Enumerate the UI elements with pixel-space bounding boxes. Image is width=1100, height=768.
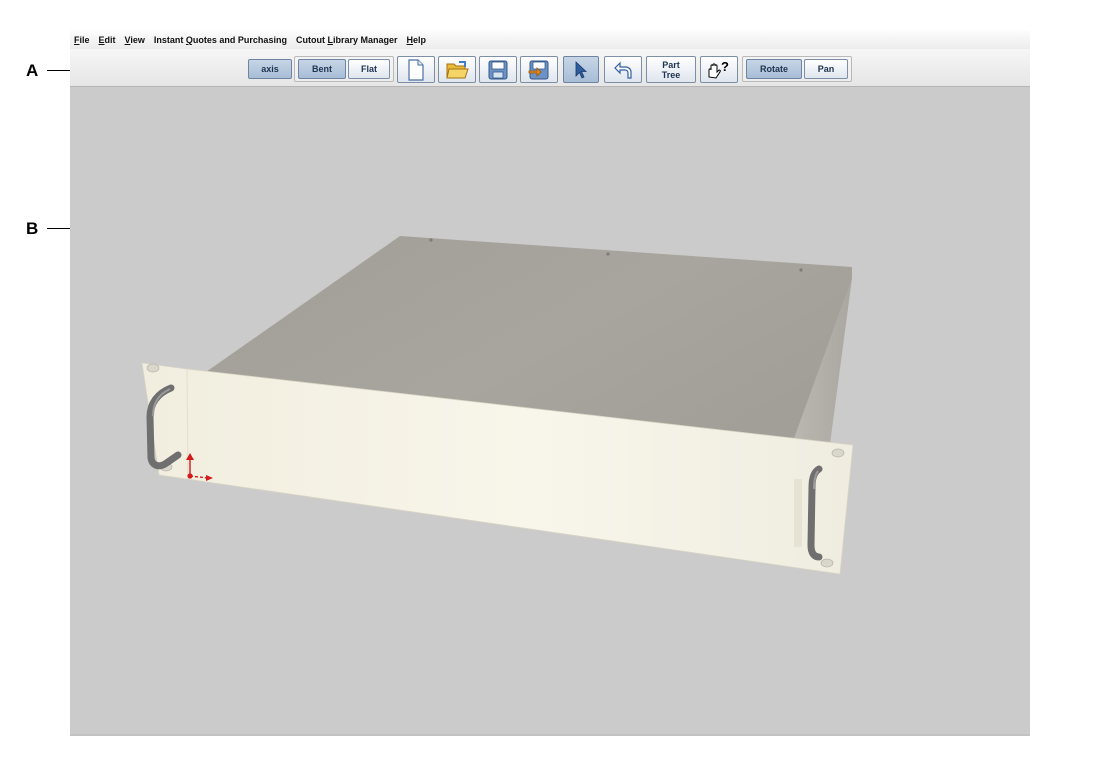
save-disk-icon [488,60,508,80]
new-document-icon [406,58,426,81]
export-icon [528,60,550,80]
undo-button[interactable] [604,56,642,83]
context-help-button[interactable]: ? [700,56,738,83]
open-folder-icon [445,60,469,80]
part-tree-button[interactable]: Part Tree [646,56,696,83]
axis-toggle-button[interactable]: axis [248,59,292,79]
open-button[interactable] [438,56,476,83]
menu-instant-quotes[interactable]: Instant Quotes and Purchasing [154,35,287,45]
menu-view-label: iew [130,34,145,45]
menu-cutout-library-prefix: Cutout [295,34,328,45]
menu-instant-quotes-mnemonic: Q [185,34,193,45]
enclosure-model [141,236,854,575]
screenshot-stage: A B File Edit View Instant Quotes and Pu… [0,0,1100,768]
flat-view-button[interactable]: Flat [348,59,390,79]
menu-edit[interactable]: Edit [99,35,116,45]
new-button[interactable] [397,56,435,83]
menu-file-label: ile [79,34,90,45]
cad-application-window: File Edit View Instant Quotes and Purcha… [70,30,1030,736]
menu-file[interactable]: File [74,35,90,45]
undo-arrow-icon [613,61,633,79]
viewport-bottom-border [70,734,1030,736]
menu-help[interactable]: Help [406,35,426,45]
3d-viewport[interactable] [70,87,1030,736]
menu-cutout-library-label: ibrary Manager [332,34,398,45]
svg-text:?: ? [721,59,729,74]
callout-label-b: B [26,219,39,238]
select-arrow-icon [574,60,588,79]
part-tree-label-line2: Tree [661,69,681,80]
menu-view[interactable]: View [125,35,145,45]
save-button[interactable] [479,56,517,83]
menu-help-label: elp [412,34,426,45]
help-hand-icon: ? [706,59,732,81]
menu-edit-label: dit [104,34,116,45]
export-button[interactable] [520,56,558,83]
callout-label-a: A [26,61,39,80]
rotate-mode-button[interactable]: Rotate [746,59,802,79]
main-toolbar: axis Bent Flat Part Tree ? Rotate Pan [70,49,1030,87]
menu-instant-quotes-label: uotes and Purchasing [192,34,287,45]
pan-mode-button[interactable]: Pan [804,59,848,79]
menu-cutout-library-manager[interactable]: Cutout Library Manager [296,35,398,45]
part-tree-label-line1: Part [662,59,680,70]
menu-bar: File Edit View Instant Quotes and Purcha… [70,30,1030,49]
menu-instant-quotes-prefix: Instant [153,34,186,45]
select-tool-button[interactable] [563,56,599,83]
bent-view-button[interactable]: Bent [298,59,346,79]
